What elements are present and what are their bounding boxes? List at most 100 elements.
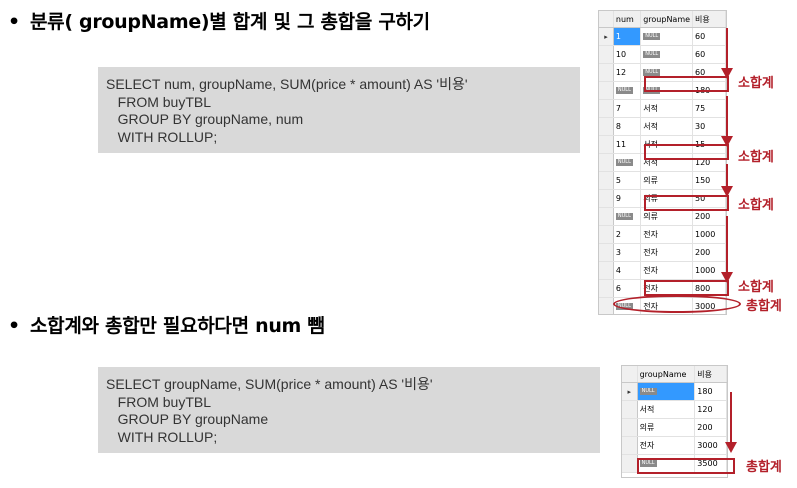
cell-groupname[interactable]: NULL: [637, 382, 696, 401]
grand-total-label: 총합계: [746, 460, 782, 475]
subtotal-highlight: [644, 280, 729, 296]
row-header[interactable]: [599, 81, 614, 100]
null-badge: NULL: [615, 159, 633, 166]
row-header[interactable]: [599, 261, 614, 280]
cell-groupname[interactable]: 서적: [640, 117, 693, 136]
null-badge: NULL: [643, 33, 661, 40]
row-header[interactable]: [599, 63, 614, 82]
cell-cost[interactable]: 200: [694, 418, 727, 437]
grand-total-label: 총합계: [746, 299, 782, 314]
row-header[interactable]: [599, 279, 614, 298]
row-header[interactable]: [622, 418, 638, 437]
cell-groupname[interactable]: 전자: [640, 225, 693, 244]
subtotal-highlight: [644, 76, 729, 92]
cell-cost[interactable]: 120: [694, 400, 727, 419]
table-row[interactable]: ▸ 1 NULL 60: [599, 27, 726, 46]
row-header[interactable]: [599, 99, 614, 118]
null-badge: NULL: [615, 87, 633, 94]
column-header-cost[interactable]: 비용: [692, 11, 726, 28]
row-header[interactable]: [599, 117, 614, 136]
subtotal-label: 소합계: [738, 280, 774, 295]
code-line: GROUP BY groupName, num: [106, 111, 304, 127]
table-row[interactable]: 서적 120: [622, 400, 727, 419]
cell-groupname[interactable]: 전자: [640, 243, 693, 262]
cell-num[interactable]: 1: [613, 27, 642, 46]
cell-num[interactable]: 5: [613, 171, 642, 190]
column-header-groupname[interactable]: groupName: [640, 11, 693, 28]
row-header[interactable]: [599, 153, 614, 172]
arrow-icon: [721, 216, 733, 283]
cell-num[interactable]: NULL: [613, 81, 642, 100]
section1-result-grid: num groupName 비용 ▸ 1 NULL 60 10 NULL 60 12 NULL 6…: [598, 10, 727, 315]
row-header[interactable]: [599, 45, 614, 64]
row-header[interactable]: [599, 189, 614, 208]
row-header[interactable]: [599, 207, 614, 226]
row-header[interactable]: [599, 171, 614, 190]
cell-groupname[interactable]: NULL: [640, 45, 693, 64]
code-line: FROM buyTBL: [106, 93, 212, 110]
cell-num[interactable]: 9: [613, 189, 642, 208]
row-header[interactable]: [599, 225, 614, 244]
cell-num[interactable]: 8: [613, 117, 642, 136]
table-row[interactable]: ▸ NULL 180: [622, 382, 727, 401]
subtotal-label: 소합계: [738, 76, 774, 91]
table-row[interactable]: 의류 200: [622, 418, 727, 437]
arrow-icon: [725, 392, 737, 453]
code-line: SELECT groupName, SUM(price * amount) AS…: [106, 376, 433, 392]
table-row[interactable]: 전자 3000: [622, 436, 727, 455]
table-row[interactable]: 5 의류 150: [599, 171, 726, 190]
cell-groupname[interactable]: 전자: [637, 436, 696, 455]
row-header[interactable]: [622, 400, 638, 419]
section1-result-table: num groupName 비용 ▸ 1 NULL 60 10 NULL 60 12 NULL 6…: [599, 11, 726, 314]
row-header[interactable]: [599, 243, 614, 262]
cell-num[interactable]: 4: [613, 261, 642, 280]
column-header-num[interactable]: num: [613, 11, 642, 28]
cell-num[interactable]: NULL: [613, 153, 642, 172]
section1-title: 분류( groupName)별 합계 및 그 총합을 구하기: [30, 11, 430, 33]
table-row[interactable]: 7 서적 75: [599, 99, 726, 118]
cell-cost[interactable]: 3000: [694, 436, 727, 455]
subtotal-highlight: [644, 195, 729, 211]
null-badge: NULL: [639, 388, 657, 395]
subtotal-label: 소합계: [738, 198, 774, 213]
row-header[interactable]: ▸: [599, 27, 614, 46]
column-header-cost[interactable]: 비용: [694, 366, 727, 383]
table-row[interactable]: 2 전자 1000: [599, 225, 726, 244]
grid-corner: [622, 366, 638, 383]
cell-num[interactable]: 12: [613, 63, 642, 82]
cell-cost[interactable]: 180: [694, 382, 727, 401]
subtotal-highlight: [644, 144, 729, 160]
null-badge: NULL: [643, 51, 661, 58]
cell-num[interactable]: 11: [613, 135, 642, 154]
arrow-icon: [721, 28, 733, 79]
row-header[interactable]: [622, 436, 638, 455]
cell-num[interactable]: 10: [613, 45, 642, 64]
cell-num[interactable]: 7: [613, 99, 642, 118]
row-header[interactable]: ▸: [622, 382, 638, 401]
cell-groupname[interactable]: 전자: [640, 261, 693, 280]
section2-result-table: groupName 비용 ▸ NULL 180 서적 120 의류 200 전자 3000 NUL…: [622, 366, 727, 473]
table-row[interactable]: 3 전자 200: [599, 243, 726, 262]
grid-corner: [599, 11, 614, 28]
bullet: •: [8, 315, 20, 337]
null-badge: NULL: [643, 69, 661, 76]
cell-groupname[interactable]: 서적: [637, 400, 696, 419]
cell-groupname[interactable]: 서적: [640, 99, 693, 118]
cell-num[interactable]: NULL: [613, 207, 642, 226]
table-row[interactable]: 4 전자 1000: [599, 261, 726, 280]
code-line: WITH ROLLUP;: [106, 128, 218, 145]
code-line: FROM buyTBL: [106, 393, 212, 410]
cell-num[interactable]: 3: [613, 243, 642, 262]
cell-groupname[interactable]: NULL: [640, 27, 693, 46]
section2-title: 소합계와 총합만 필요하다면 num 뺌: [30, 315, 325, 337]
table-row[interactable]: 10 NULL 60: [599, 45, 726, 64]
column-header-groupname[interactable]: groupName: [637, 366, 696, 383]
row-header[interactable]: [599, 297, 614, 314]
cell-groupname[interactable]: 의류: [640, 171, 693, 190]
row-header[interactable]: [622, 454, 638, 473]
table-row[interactable]: 8 서적 30: [599, 117, 726, 136]
cell-num[interactable]: 6: [613, 279, 642, 298]
cell-groupname[interactable]: 의류: [637, 418, 696, 437]
row-header[interactable]: [599, 135, 614, 154]
cell-num[interactable]: 2: [613, 225, 642, 244]
